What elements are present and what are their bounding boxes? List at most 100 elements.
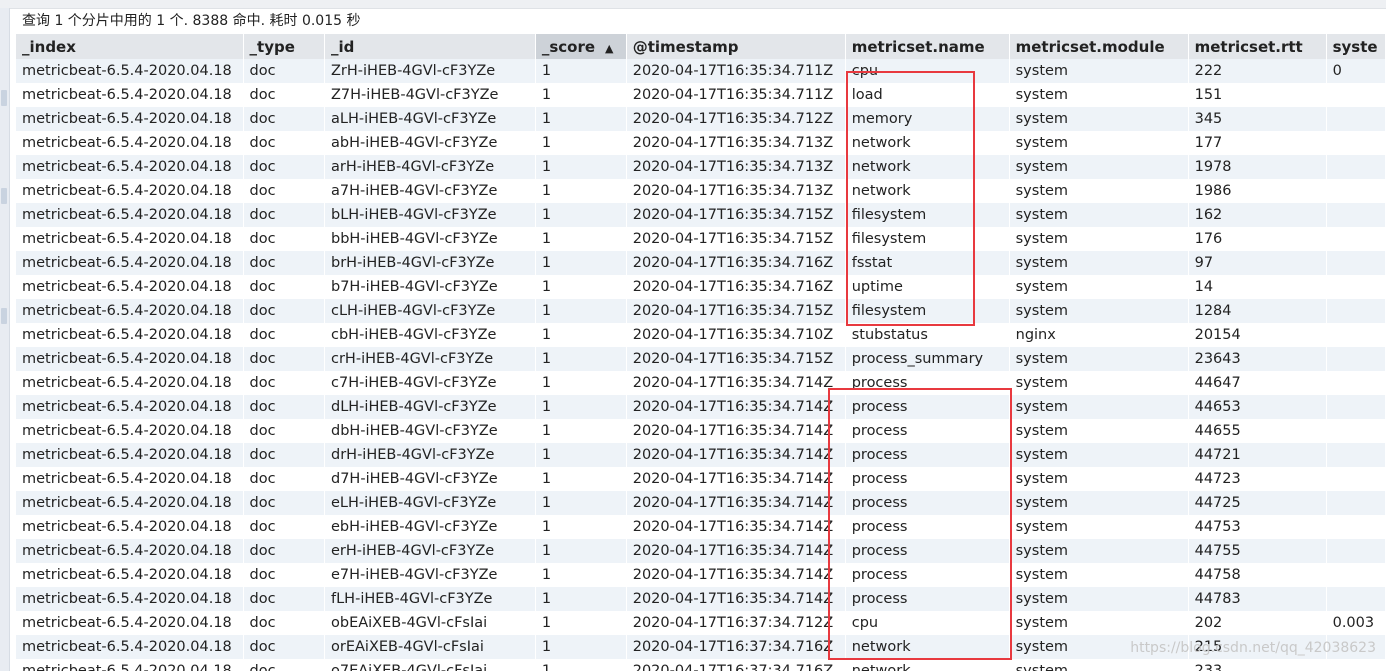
table-cell: Z7H-iHEB-4GVl-cF3YZe [324,83,536,107]
table-row[interactable]: metricbeat-6.5.4-2020.04.18 doc Z7H-iHEB-4… [16,83,1386,107]
table-cell [1326,83,1386,107]
table-cell: metricbeat-6.5.4-2020.04.18 [16,467,244,491]
table-row[interactable]: metricbeat-6.5.4-2020.04.18 doc c7H-iHEB-4… [16,371,1386,395]
table-cell [1326,275,1386,299]
table-cell: doc [243,275,326,299]
table-cell: 1284 [1188,299,1327,323]
table-cell: dLH-iHEB-4GVl-cF3YZe [324,395,536,419]
table-row[interactable]: metricbeat-6.5.4-2020.04.18 doc cLH-iHEB-4… [16,299,1386,323]
table-row[interactable]: metricbeat-6.5.4-2020.04.18 doc ZrH-iHEB-4… [16,59,1386,83]
results-table: _index _type _id _score ▲ @timestamp metricset… [16,34,1386,671]
table-cell: 222 [1188,59,1327,83]
table-cell: network [845,659,1010,671]
column-header-syste[interactable]: syste [1326,34,1386,59]
table-row[interactable]: metricbeat-6.5.4-2020.04.18 doc dLH-iHEB-4… [16,395,1386,419]
table-cell: doc [243,131,326,155]
table-cell: doc [243,587,326,611]
table-row[interactable]: metricbeat-6.5.4-2020.04.18 doc d7H-iHEB-4… [16,467,1386,491]
table-cell: metricbeat-6.5.4-2020.04.18 [16,635,244,659]
table-cell: 2020-04-17T16:35:34.713Z [626,131,846,155]
table-cell: 1 [535,635,627,659]
table-cell: 1 [535,659,627,671]
table-cell: network [845,131,1010,155]
table-cell: doc [243,107,326,131]
column-header-metricset-name[interactable]: metricset.name [845,34,1010,59]
table-row[interactable]: metricbeat-6.5.4-2020.04.18 doc drH-iHEB-4… [16,443,1386,467]
table-cell: brH-iHEB-4GVl-cF3YZe [324,251,536,275]
table-cell: metricbeat-6.5.4-2020.04.18 [16,59,244,83]
table-cell: 2020-04-17T16:35:34.715Z [626,227,846,251]
table-cell: bbH-iHEB-4GVl-cF3YZe [324,227,536,251]
table-cell: aLH-iHEB-4GVl-cF3YZe [324,107,536,131]
table-cell: 177 [1188,131,1327,155]
table-cell: doc [243,179,326,203]
table-cell: 1986 [1188,179,1327,203]
table-cell: 44721 [1188,443,1327,467]
table-row[interactable]: metricbeat-6.5.4-2020.04.18 doc b7H-iHEB-4… [16,275,1386,299]
table-cell: metricbeat-6.5.4-2020.04.18 [16,347,244,371]
column-header-metricset-module[interactable]: metricset.module [1009,34,1189,59]
table-row[interactable]: metricbeat-6.5.4-2020.04.18 doc brH-iHEB-4… [16,251,1386,275]
table-cell: system [1009,227,1189,251]
table-cell: filesystem [845,227,1010,251]
table-cell: 2020-04-17T16:35:34.715Z [626,347,846,371]
table-cell: 2020-04-17T16:35:34.711Z [626,59,846,83]
table-row[interactable]: metricbeat-6.5.4-2020.04.18 doc aLH-iHEB-4… [16,107,1386,131]
table-cell: 1 [535,611,627,635]
table-cell: 2020-04-17T16:35:34.714Z [626,539,846,563]
table-cell: 2020-04-17T16:35:34.714Z [626,371,846,395]
table-cell: system [1009,203,1189,227]
table-body: metricbeat-6.5.4-2020.04.18 doc ZrH-iHEB-4… [16,59,1386,671]
column-header-metricset-rtt[interactable]: metricset.rtt [1188,34,1327,59]
table-row[interactable]: metricbeat-6.5.4-2020.04.18 doc cbH-iHEB-4… [16,323,1386,347]
table-cell: system [1009,659,1189,671]
table-row[interactable]: metricbeat-6.5.4-2020.04.18 doc ebH-iHEB-4… [16,515,1386,539]
table-row[interactable]: metricbeat-6.5.4-2020.04.18 doc eLH-iHEB-4… [16,491,1386,515]
column-header-id[interactable]: _id [324,34,536,59]
table-cell: 2020-04-17T16:35:34.714Z [626,395,846,419]
column-header-score[interactable]: _score ▲ [535,34,627,59]
table-row[interactable]: metricbeat-6.5.4-2020.04.18 doc obEAiXEB-4… [16,611,1386,635]
table-cell: ebH-iHEB-4GVl-cF3YZe [324,515,536,539]
table-cell: 1 [535,563,627,587]
table-row[interactable]: metricbeat-6.5.4-2020.04.18 doc crH-iHEB-4… [16,347,1386,371]
table-row[interactable]: metricbeat-6.5.4-2020.04.18 doc arH-iHEB-4… [16,155,1386,179]
column-header-type[interactable]: _type [243,34,326,59]
table-cell: 2020-04-17T16:35:34.714Z [626,491,846,515]
table-row[interactable]: metricbeat-6.5.4-2020.04.18 doc erH-iHEB-4… [16,539,1386,563]
table-cell: 1 [535,299,627,323]
table-cell: process [845,419,1010,443]
table-row[interactable]: metricbeat-6.5.4-2020.04.18 doc o7EAiXEB-4… [16,659,1386,671]
table-cell [1326,515,1386,539]
column-header-timestamp[interactable]: @timestamp [626,34,846,59]
table-cell: doc [243,251,326,275]
table-cell: filesystem [845,299,1010,323]
table-row[interactable]: metricbeat-6.5.4-2020.04.18 doc orEAiXEB-4… [16,635,1386,659]
table-row[interactable]: metricbeat-6.5.4-2020.04.18 doc dbH-iHEB-4… [16,419,1386,443]
table-cell [1326,395,1386,419]
table-cell: e7H-iHEB-4GVl-cF3YZe [324,563,536,587]
table-row[interactable]: metricbeat-6.5.4-2020.04.18 doc abH-iHEB-4… [16,131,1386,155]
table-row[interactable]: metricbeat-6.5.4-2020.04.18 doc e7H-iHEB-4… [16,563,1386,587]
table-cell: 0 [1326,59,1386,83]
table-cell: doc [243,227,326,251]
table-row[interactable]: metricbeat-6.5.4-2020.04.18 doc bLH-iHEB-4… [16,203,1386,227]
table-cell: 1 [535,107,627,131]
table-cell [1326,659,1386,671]
table-cell: system [1009,275,1189,299]
table-cell: doc [243,467,326,491]
table-cell: fLH-iHEB-4GVl-cF3YZe [324,587,536,611]
column-header-index[interactable]: _index [16,34,244,59]
table-cell: 2020-04-17T16:35:34.714Z [626,563,846,587]
table-row[interactable]: metricbeat-6.5.4-2020.04.18 doc fLH-iHEB-4… [16,587,1386,611]
table-cell: 44758 [1188,563,1327,587]
table-cell: load [845,83,1010,107]
table-cell: doc [243,419,326,443]
table-row[interactable]: metricbeat-6.5.4-2020.04.18 doc bbH-iHEB-4… [16,227,1386,251]
table-cell: 176 [1188,227,1327,251]
top-strip [0,0,1386,9]
table-cell: system [1009,299,1189,323]
table-cell: 0.003 [1326,611,1386,635]
table-row[interactable]: metricbeat-6.5.4-2020.04.18 doc a7H-iHEB-4… [16,179,1386,203]
table-cell: cLH-iHEB-4GVl-cF3YZe [324,299,536,323]
